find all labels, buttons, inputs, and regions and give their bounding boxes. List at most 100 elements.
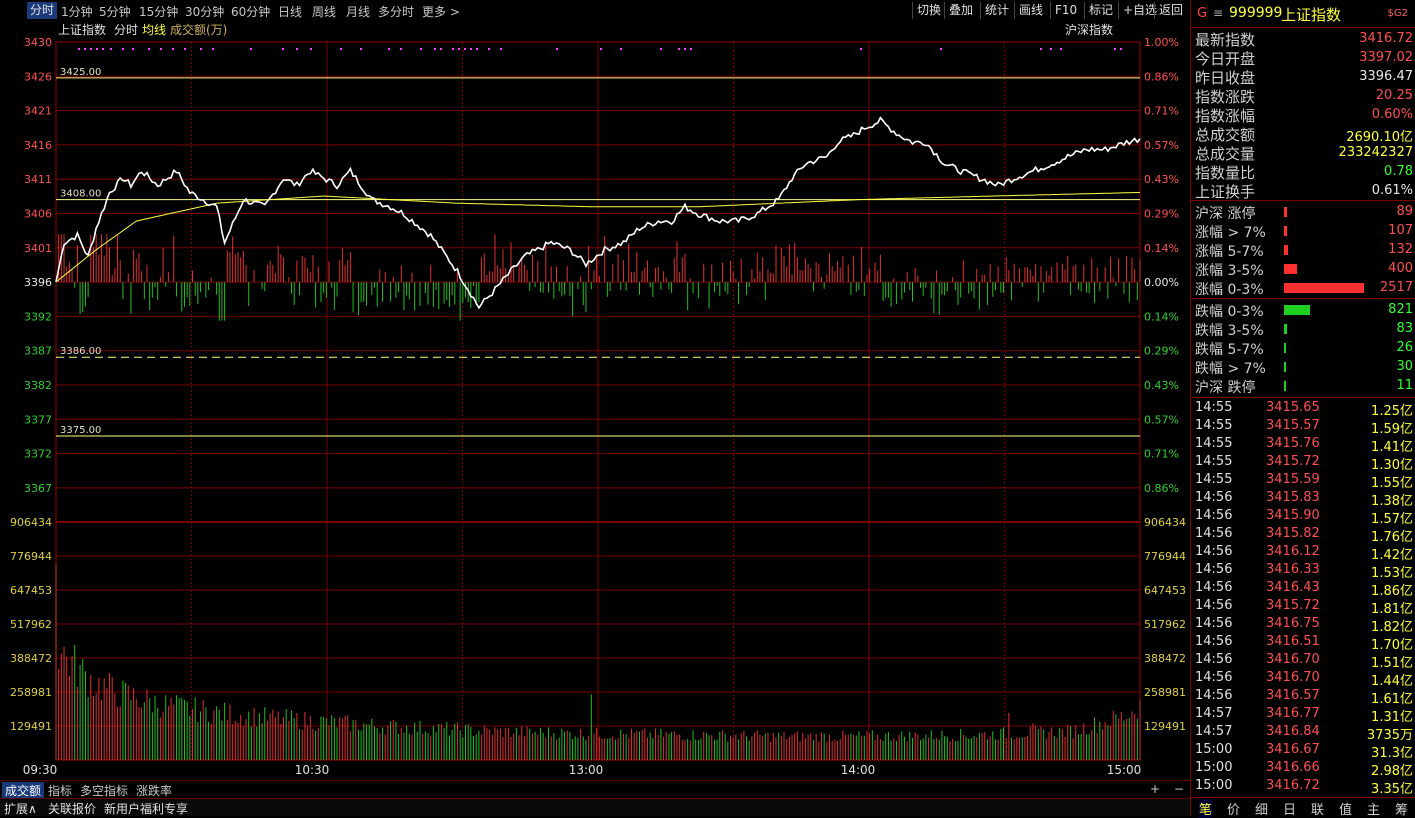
quote-row: 指数涨幅 0.60%	[1191, 105, 1415, 125]
quote-row: 总成交额 2690.10亿	[1191, 124, 1415, 145]
toolbar-button-7[interactable]: 返回	[1154, 2, 1187, 19]
detail-tab-1[interactable]: 价	[1227, 799, 1240, 818]
signal-dot	[660, 48, 662, 50]
amount-tick-label-right: 517962	[1144, 618, 1186, 631]
quote-panel: G ≡ 999999 上证指数 $G2 最新指数 3416.72 今日开盘 3397.…	[1190, 0, 1415, 818]
indicator-tab-2[interactable]: 多空指标	[80, 782, 128, 799]
indicator-tab-3[interactable]: 涨跌率	[136, 782, 172, 799]
period-tab-4[interactable]: 30分钟	[185, 3, 224, 20]
tick-time: 14:56	[1195, 526, 1233, 541]
period-tab-6[interactable]: 日线	[278, 3, 302, 20]
advance-row: 涨幅 5-7% 132	[1191, 240, 1415, 260]
tick-row: 14:56 3416.70 1.44亿	[1191, 669, 1415, 689]
breadth-label: 跌幅 > 7%	[1195, 361, 1266, 377]
tick-time: 14:56	[1195, 544, 1233, 559]
signal-dot	[400, 48, 402, 50]
amount-tick-label: 129491	[10, 720, 52, 733]
quote-row: 昨日收盘 3396.47	[1191, 67, 1415, 87]
quote-label: 昨日收盘	[1195, 69, 1256, 87]
pct-tick-label: 0.29%	[1144, 345, 1179, 358]
period-tab-7[interactable]: 周线	[312, 3, 336, 20]
intraday-chart[interactable]: 3430 1.00% 3426 0.86% 3421 0.71% 3416 0.57% 3411…	[0, 21, 1190, 780]
breadth-label: 沪深 跌停	[1195, 380, 1256, 396]
tick-amount: 3.35亿	[1371, 782, 1413, 797]
status-item-0[interactable]: 扩展∧	[4, 800, 37, 817]
period-tab-1[interactable]: 1分钟	[61, 3, 93, 20]
decline-bar	[1284, 362, 1286, 372]
detail-tab-4[interactable]: 联	[1311, 799, 1324, 818]
toolbar-button-0[interactable]: 切换	[912, 2, 945, 19]
zoom-in-button[interactable]: +	[1150, 782, 1160, 796]
signal-dot	[500, 48, 502, 50]
quote-header: G ≡ 999999 上证指数 $G2	[1191, 0, 1415, 28]
signal-dot	[90, 48, 92, 50]
price-tick-label: 3392	[24, 310, 52, 323]
decline-bar	[1284, 381, 1286, 391]
toolbar-button-4[interactable]: F10	[1050, 2, 1081, 19]
signal-dot	[476, 48, 478, 50]
menu-icon[interactable]: ≡	[1213, 6, 1223, 20]
period-tab-9[interactable]: 多分时	[378, 3, 414, 20]
decline-bar	[1284, 305, 1310, 315]
decline-row: 沪深 跌停 11	[1191, 376, 1415, 396]
tick-row: 14:55 3415.65 1.25亿	[1191, 399, 1415, 419]
signal-dot	[860, 48, 862, 50]
tick-row: 14:56 3416.33 1.53亿	[1191, 561, 1415, 581]
amount-tick-label-right: 906434	[1144, 516, 1186, 529]
tick-time: 14:56	[1195, 598, 1233, 613]
tick-price: 3415.59	[1266, 472, 1320, 487]
status-item-2[interactable]: 新用户福利专享	[104, 800, 188, 817]
amount-tick-label: 906434	[10, 516, 52, 529]
period-tab-8[interactable]: 月线	[346, 3, 370, 20]
tick-time: 15:00	[1195, 778, 1233, 793]
tick-price: 3416.75	[1266, 616, 1320, 631]
period-tab-10[interactable]: 更多 >	[422, 3, 460, 20]
indicator-tab-1[interactable]: 指标	[48, 782, 72, 799]
toolbar-button-1[interactable]: 叠加	[944, 2, 977, 19]
quote-row: 上证换手 0.61%	[1191, 181, 1415, 201]
pct-tick-label: 0.14%	[1144, 310, 1179, 323]
toolbar-button-5[interactable]: 标记	[1084, 2, 1117, 19]
quote-label: 上证换手	[1195, 183, 1256, 201]
signal-dot	[388, 48, 390, 50]
amount-tick-label-right: 388472	[1144, 652, 1186, 665]
advance-row: 沪深 涨停 89	[1191, 202, 1415, 222]
advance-row: 涨幅 0-3% 2517	[1191, 278, 1415, 298]
tick-time: 14:56	[1195, 652, 1233, 667]
tick-time: 14:56	[1195, 670, 1233, 685]
tick-row: 14:56 3416.51 1.70亿	[1191, 633, 1415, 653]
pct-tick-label: 1.00%	[1144, 36, 1179, 49]
detail-tab-7[interactable]: 筹	[1395, 799, 1408, 818]
zoom-out-button[interactable]: −	[1174, 782, 1184, 796]
signal-dot	[470, 48, 472, 50]
detail-tab-3[interactable]: 日	[1283, 799, 1296, 818]
status-item-1[interactable]: 关联报价	[48, 800, 96, 817]
detail-tab-0[interactable]: 笔	[1199, 799, 1213, 818]
pct-tick-label: 0.43%	[1144, 173, 1179, 186]
toolbar-button-3[interactable]: 画线	[1014, 2, 1047, 19]
detail-tab-2[interactable]: 细	[1255, 799, 1268, 818]
status-bar: 扩展∧ 关联报价 新用户福利专享	[0, 798, 1190, 816]
period-tab-5[interactable]: 60分钟	[231, 3, 270, 20]
quote-label: 最新指数	[1195, 31, 1256, 49]
pct-tick-label: 0.43%	[1144, 379, 1179, 392]
signal-dot	[620, 48, 622, 50]
toolbar-button-2[interactable]: 统计	[980, 2, 1013, 19]
detail-tab-6[interactable]: 主	[1367, 799, 1380, 818]
signal-dot	[282, 48, 284, 50]
signal-dot	[122, 48, 124, 50]
period-tab-2[interactable]: 5分钟	[99, 3, 131, 20]
tick-time: 14:56	[1195, 688, 1233, 703]
reference-line-label: 3375.00	[60, 425, 101, 436]
quote-row: 指数量比 0.78	[1191, 162, 1415, 182]
detail-tab-5[interactable]: 值	[1339, 799, 1352, 818]
period-tab-3[interactable]: 15分钟	[139, 3, 178, 20]
tick-price: 3415.57	[1266, 418, 1320, 433]
tick-price: 3416.12	[1266, 544, 1320, 559]
pct-tick-label: 0.00%	[1144, 276, 1179, 289]
chart-overlay-label: 沪深指数	[1065, 22, 1113, 37]
signal-dot	[84, 48, 86, 50]
signal-dot	[200, 48, 202, 50]
indicator-tab-0[interactable]: 成交额	[2, 782, 45, 799]
period-tab-0[interactable]: 分时	[27, 2, 58, 19]
